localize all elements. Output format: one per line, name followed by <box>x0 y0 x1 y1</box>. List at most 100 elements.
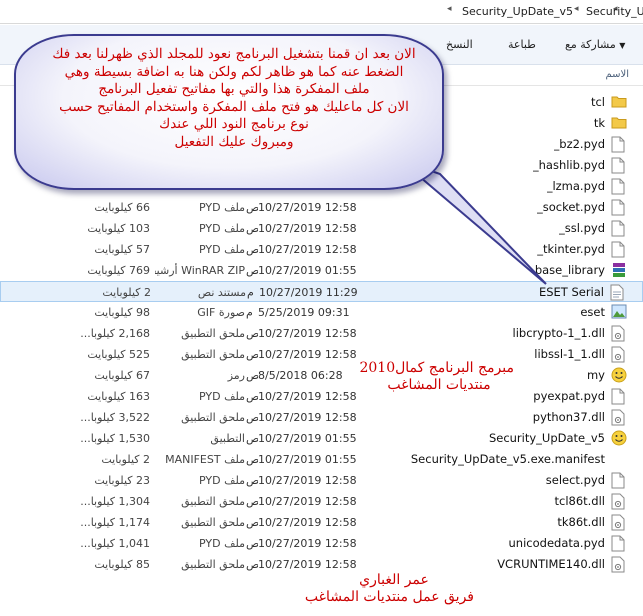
file-date-modified: 10/27/2019 12:58 <box>258 348 357 361</box>
file-row[interactable]: tcl86t.dll ص 10/27/2019 12:58 ملحق التطبيق 1… <box>0 491 643 512</box>
smiley-icon <box>611 367 627 384</box>
file-size: 103 كيلوبايت <box>87 222 150 235</box>
file-date-modified: 10/27/2019 12:58 <box>258 390 357 403</box>
dll-icon <box>611 409 627 426</box>
balloon-text: الان بعد ان قمنا بتشغيل البرنامج نعود لل… <box>44 46 424 151</box>
column-header-name[interactable]: الاسم <box>605 69 629 80</box>
file-row[interactable]: eset م 5/25/2019 09:31 صورة GIF 98 كيلوبايت <box>0 302 643 323</box>
file-date-period: ص <box>246 432 258 445</box>
file-type: ملحق التطبيق <box>181 558 245 571</box>
blank-icon <box>611 451 627 468</box>
file-name: tk <box>593 116 605 130</box>
file-date-period: ص <box>246 327 258 340</box>
file-date-modified: 10/27/2019 12:58 <box>258 243 357 256</box>
file-type: ملف MANIFEST <box>165 453 245 466</box>
file-row[interactable]: Security_UpDate_v5 ص 10/27/2019 01:55 التطب… <box>0 428 643 449</box>
file-type: ملف PYD <box>198 201 245 214</box>
file-name: libcrypto-1_1.dll <box>512 326 605 340</box>
file-date-modified: 10/27/2019 12:58 <box>258 558 357 571</box>
file-row[interactable]: unicodedata.pyd ص 10/27/2019 12:58 ملف PYD 1… <box>0 533 643 554</box>
file-date-period: ص <box>246 411 258 424</box>
file-type: ملحق التطبيق <box>181 411 245 424</box>
file-date-period: ص <box>246 474 258 487</box>
copy-button[interactable]: النسخ <box>446 37 473 53</box>
file-date-period: ص <box>246 222 258 235</box>
file-type: ملحق التطبيق <box>181 348 245 361</box>
share-with-button[interactable]: مشاركة مع ▼ <box>565 37 625 53</box>
file-row[interactable]: pyexpat.pyd ص 10/27/2019 12:58 ملف PYD 163 ك… <box>0 386 643 407</box>
file-name: Security_UpDate_v5.exe.manifest <box>410 452 605 466</box>
file-type: مستند نص <box>197 286 246 299</box>
breadcrumb-item-parent[interactable]: Security_Up <box>586 4 643 20</box>
file-type: ملف PYD <box>198 390 245 403</box>
programmer-credit: مبرمج البرنامج كمال2010 منتديات المشاغب <box>359 360 514 394</box>
balloon-line: الضغط عنه كما هو ظاهر لكم ولكن هنا به اض… <box>64 63 404 80</box>
file-date-period: ص <box>246 390 258 403</box>
chevron-right-icon: ◂ <box>574 4 579 14</box>
file-row[interactable]: select.pyd ص 10/27/2019 12:58 ملف PYD 23 كيل… <box>0 470 643 491</box>
file-date-modified: 10/27/2019 12:58 <box>258 537 357 550</box>
file-name: python37.dll <box>532 410 605 424</box>
file-type: رمز <box>227 369 245 382</box>
file-date-period: ص <box>246 369 258 382</box>
file-date-period: ص <box>246 243 258 256</box>
team-credit: عمر الغباري فريق عمل منتديات المشاغب <box>304 572 474 606</box>
smiley-icon <box>611 430 627 447</box>
print-button[interactable]: طباعة <box>508 37 536 53</box>
file-date-period: م <box>246 306 253 319</box>
file-row[interactable]: Security_UpDate_v5.exe.manifest ص 10/27/20… <box>0 449 643 470</box>
file-type: ملف PYD <box>198 243 245 256</box>
file-size: 98 كيلوبايت <box>94 306 150 319</box>
file-date-period: ص <box>246 516 258 529</box>
balloon-line: الان بعد ان قمنا بتشغيل البرنامج نعود لل… <box>52 46 416 62</box>
file-row[interactable]: tk86t.dll ص 10/27/2019 12:58 ملحق التطبيق 1,… <box>0 512 643 533</box>
file-name: _ssl.pyd <box>559 221 605 235</box>
file-name: _bz2.pyd <box>553 137 605 151</box>
file-row[interactable]: libssl-1_1.dll ص 10/27/2019 12:58 ملحق التط… <box>0 344 643 365</box>
file-date-period: ص <box>246 453 258 466</box>
file-icon <box>611 220 627 237</box>
file-date-modified: 8/5/2018 06:28 <box>258 369 343 382</box>
balloon-line: ومبروك عليك التفعيل <box>174 133 294 150</box>
file-icon <box>611 241 627 258</box>
file-icon <box>611 178 627 195</box>
file-date-modified: 10/27/2019 12:58 <box>258 222 357 235</box>
file-name: VCRUNTIME140.dll <box>497 557 605 571</box>
file-icon <box>611 388 627 405</box>
file-date-period: ص <box>246 264 258 277</box>
file-date-modified: 10/27/2019 12:58 <box>258 474 357 487</box>
file-size: 525 كيلوبايت <box>87 348 150 361</box>
file-size: 1,304 كيلوبا... <box>80 495 150 508</box>
balloon-line: ملف المفكرة هذا والتي بها مفاتيح تفعيل ا… <box>98 81 370 97</box>
file-size: 163 كيلوبايت <box>87 390 150 403</box>
file-type: WinRAR ZIP أرشيف <box>155 264 245 277</box>
file-date-modified: 10/27/2019 12:58 <box>258 411 357 424</box>
file-name: tk86t.dll <box>557 515 605 529</box>
file-date-period: م <box>247 286 254 299</box>
file-date-modified: 5/25/2019 09:31 <box>258 306 350 319</box>
file-date-modified: 10/27/2019 12:58 <box>258 201 357 214</box>
file-name: eset <box>580 305 605 319</box>
file-size: 1,041 كيلوبا... <box>80 537 150 550</box>
file-type: ملحق التطبيق <box>181 327 245 340</box>
team-credit-team: فريق عمل منتديات المشاغب <box>304 589 474 605</box>
file-size: 1,530 كيلوبا... <box>80 432 150 445</box>
file-size: 3,522 كيلوبا... <box>80 411 150 424</box>
file-date-period: ص <box>246 495 258 508</box>
programmer-credit-forum: منتديات المشاغب <box>387 377 491 393</box>
file-date-modified: 10/27/2019 11:29 <box>259 286 358 299</box>
file-row[interactable]: python37.dll ص 10/27/2019 12:58 ملحق التطبي… <box>0 407 643 428</box>
dll-icon <box>611 325 627 342</box>
address-bar[interactable]: ◂ Security_Up ◂ Security_UpDate_v5 ◂ <box>0 0 643 24</box>
share-with-label: مشاركة مع <box>565 38 616 51</box>
dll-icon <box>611 346 627 363</box>
file-type: ملف PYD <box>198 537 245 550</box>
dll-icon <box>611 556 627 573</box>
file-row[interactable]: my ص 8/5/2018 06:28 رمز 67 كيلوبايت <box>0 365 643 386</box>
text-file-icon <box>610 284 626 301</box>
file-row[interactable]: libcrypto-1_1.dll ص 10/27/2019 12:58 ملحق ا… <box>0 323 643 344</box>
breadcrumb-item-current[interactable]: Security_UpDate_v5 <box>462 4 573 20</box>
winrar-icon <box>611 262 627 279</box>
file-size: 57 كيلوبايت <box>94 243 150 256</box>
chevron-right-icon: ◂ <box>447 4 452 14</box>
